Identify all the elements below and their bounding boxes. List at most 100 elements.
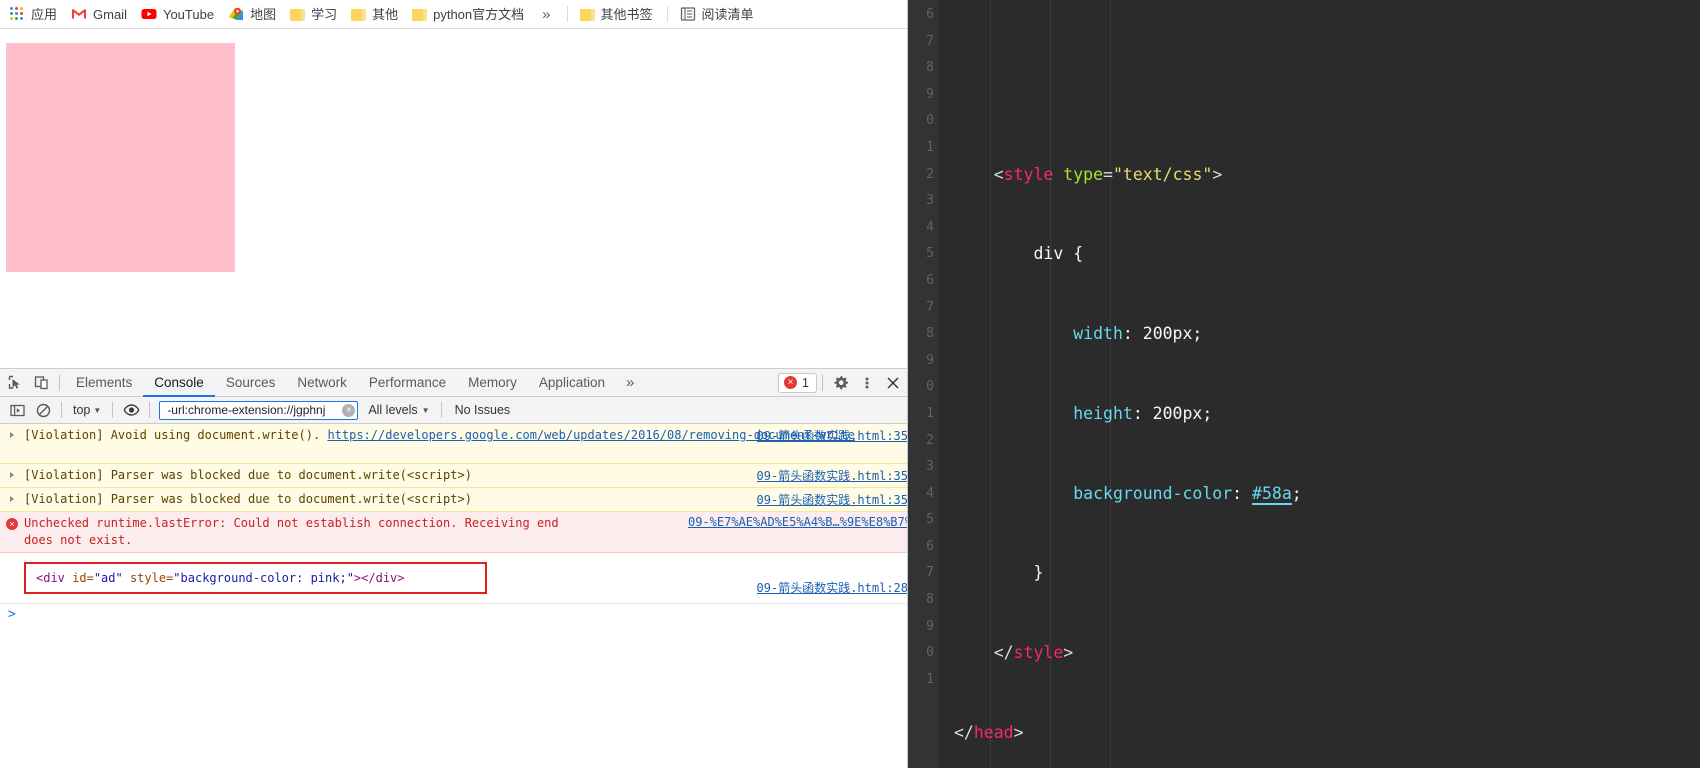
console-message-list[interactable]: [Violation] Avoid using document.write()…	[0, 424, 907, 768]
code-line-close-brace: }	[954, 563, 1044, 583]
bookmark-apps[interactable]: 应用	[4, 2, 65, 26]
console-filter-input[interactable]	[165, 402, 343, 418]
message-source-link[interactable]: 09-箭头函数实践.html:35	[757, 491, 907, 508]
bookmark-folder-python-docs[interactable]: python官方文档	[406, 2, 532, 26]
line-number: 8	[926, 326, 934, 342]
issues-button[interactable]: No Issues	[447, 401, 519, 419]
log-level-selector[interactable]: All levels ▼	[362, 403, 435, 417]
line-number: 1	[926, 671, 934, 687]
console-prompt[interactable]: >	[0, 604, 907, 625]
device-toolbar-icon[interactable]	[28, 370, 54, 396]
tab-elements[interactable]: Elements	[65, 370, 143, 397]
code-line-width: width: 200px;	[954, 324, 1203, 344]
close-icon[interactable]	[880, 370, 906, 396]
message-source-link[interactable]: 09-%E7%AE%AD%E5%A4%B…%9E%E8%B7%B5.html:1	[688, 515, 907, 529]
clear-console-icon[interactable]	[30, 397, 56, 423]
tab-memory[interactable]: Memory	[457, 370, 528, 397]
message-source-link[interactable]: 09-箭头函数实践.html:28	[757, 579, 907, 596]
console-message-warning[interactable]: [Violation] Parser was blocked due to do…	[0, 488, 907, 512]
maps-icon	[228, 6, 244, 22]
bookmark-label: 学习	[311, 6, 338, 22]
line-number: 0	[926, 113, 934, 129]
tab-sources[interactable]: Sources	[215, 370, 287, 397]
browser-window: 应用 Gmail YouTube 地图 学习 其他 python官方文档 » 其…	[0, 0, 908, 768]
dom-element-output[interactable]: <div id="ad" style="background-color: pi…	[24, 562, 487, 594]
bookmarks-overflow-button[interactable]: »	[532, 6, 560, 23]
line-number: 2	[926, 166, 934, 182]
editor-code-area[interactable]: <style type="text/css"> div { width: 200…	[938, 0, 1700, 768]
console-message-warning[interactable]: [Violation] Avoid using document.write()…	[0, 424, 907, 464]
line-number: 8	[926, 60, 934, 76]
console-message-error[interactable]: × Unchecked runtime.lastError: Could not…	[0, 512, 907, 553]
more-vertical-icon[interactable]	[854, 370, 880, 396]
console-filter-input-wrapper[interactable]: ×	[159, 400, 359, 420]
console-message-warning[interactable]: [Violation] Parser was blocked due to do…	[0, 464, 907, 488]
gear-icon[interactable]	[828, 370, 854, 396]
line-number: 4	[926, 485, 934, 501]
line-number: 7	[926, 565, 934, 581]
divider	[566, 6, 568, 22]
reading-list-button[interactable]: 阅读清单	[674, 2, 762, 26]
bookmark-label: python官方文档	[433, 6, 525, 22]
code-editor[interactable]: 6 7 8 9 0 1 2 3 4 5 6 7 8 9 0 1 2 3 4 5 …	[908, 0, 1700, 768]
message-source-link[interactable]: 09-箭头函数实践.html:35	[757, 467, 907, 484]
inspect-element-icon[interactable]	[2, 370, 28, 396]
console-message-dom[interactable]: <div id="ad" style="background-color: pi…	[0, 553, 907, 604]
bookmark-label: 其他书签	[600, 6, 653, 22]
line-number: 1	[926, 405, 934, 421]
error-count: 1	[802, 375, 809, 390]
bookmark-youtube[interactable]: YouTube	[135, 2, 222, 26]
folder-icon	[579, 8, 595, 21]
live-expression-icon[interactable]	[118, 397, 144, 423]
tab-network[interactable]: Network	[286, 370, 358, 397]
apps-grid-icon	[10, 6, 25, 22]
divider	[666, 6, 668, 22]
dom-tag-close: ></div>	[353, 571, 405, 585]
expand-arrow[interactable]	[0, 467, 24, 484]
css-color-value[interactable]: #58a	[1252, 483, 1292, 505]
error-count-badge[interactable]: × 1	[778, 372, 817, 393]
divider	[149, 402, 151, 418]
line-number: 6	[926, 538, 934, 554]
reading-list-icon	[680, 6, 696, 22]
bookmark-other-bookmarks[interactable]: 其他书签	[574, 2, 661, 26]
divider	[440, 402, 442, 418]
line-number: 9	[926, 618, 934, 634]
tab-console[interactable]: Console	[143, 370, 215, 397]
bookmark-label: 其他	[372, 6, 399, 22]
bookmark-folder-study[interactable]: 学习	[284, 2, 345, 26]
tab-performance[interactable]: Performance	[358, 370, 457, 397]
chevron-down-icon: ▼	[421, 405, 430, 415]
log-level-value: All levels	[368, 403, 418, 417]
line-number: 7	[926, 33, 934, 49]
line-number: 3	[926, 193, 934, 209]
expand-arrow[interactable]	[0, 427, 24, 460]
line-number: 1	[926, 139, 934, 155]
line-number: 3	[926, 459, 934, 475]
divider	[61, 402, 62, 418]
line-number: 2	[926, 432, 934, 448]
bookmark-maps[interactable]: 地图	[222, 2, 284, 26]
expand-arrow[interactable]	[0, 491, 24, 508]
bookmark-folder-other[interactable]: 其他	[345, 2, 406, 26]
gmail-icon	[71, 6, 87, 22]
message-body: [Violation] Avoid using document.write()…	[24, 428, 328, 442]
tab-application[interactable]: Application	[528, 370, 616, 397]
dom-value-id: "ad"	[93, 571, 123, 585]
dom-attr-style: style=	[122, 571, 174, 585]
message-text: Unchecked runtime.lastError: Could not e…	[24, 516, 559, 547]
console-sidebar-icon[interactable]	[4, 397, 30, 423]
line-number: 4	[926, 219, 934, 235]
execution-context-selector[interactable]: top ▼	[67, 403, 107, 417]
bookmark-gmail[interactable]: Gmail	[65, 2, 135, 26]
line-number: 6	[926, 7, 934, 22]
ad-div-element[interactable]	[6, 43, 235, 272]
bookmarks-bar: 应用 Gmail YouTube 地图 学习 其他 python官方文档 » 其…	[0, 0, 907, 29]
message-source-link[interactable]: 09-箭头函数实践.html:35	[757, 427, 907, 444]
devtools-tab-bar: Elements Console Sources Network Perform…	[0, 369, 907, 397]
divider	[112, 402, 114, 418]
bookmark-label: YouTube	[162, 6, 215, 22]
bookmark-label: 地图	[250, 6, 277, 22]
tabs-overflow-button[interactable]: »	[616, 374, 644, 391]
clear-filter-icon[interactable]: ×	[342, 403, 356, 417]
